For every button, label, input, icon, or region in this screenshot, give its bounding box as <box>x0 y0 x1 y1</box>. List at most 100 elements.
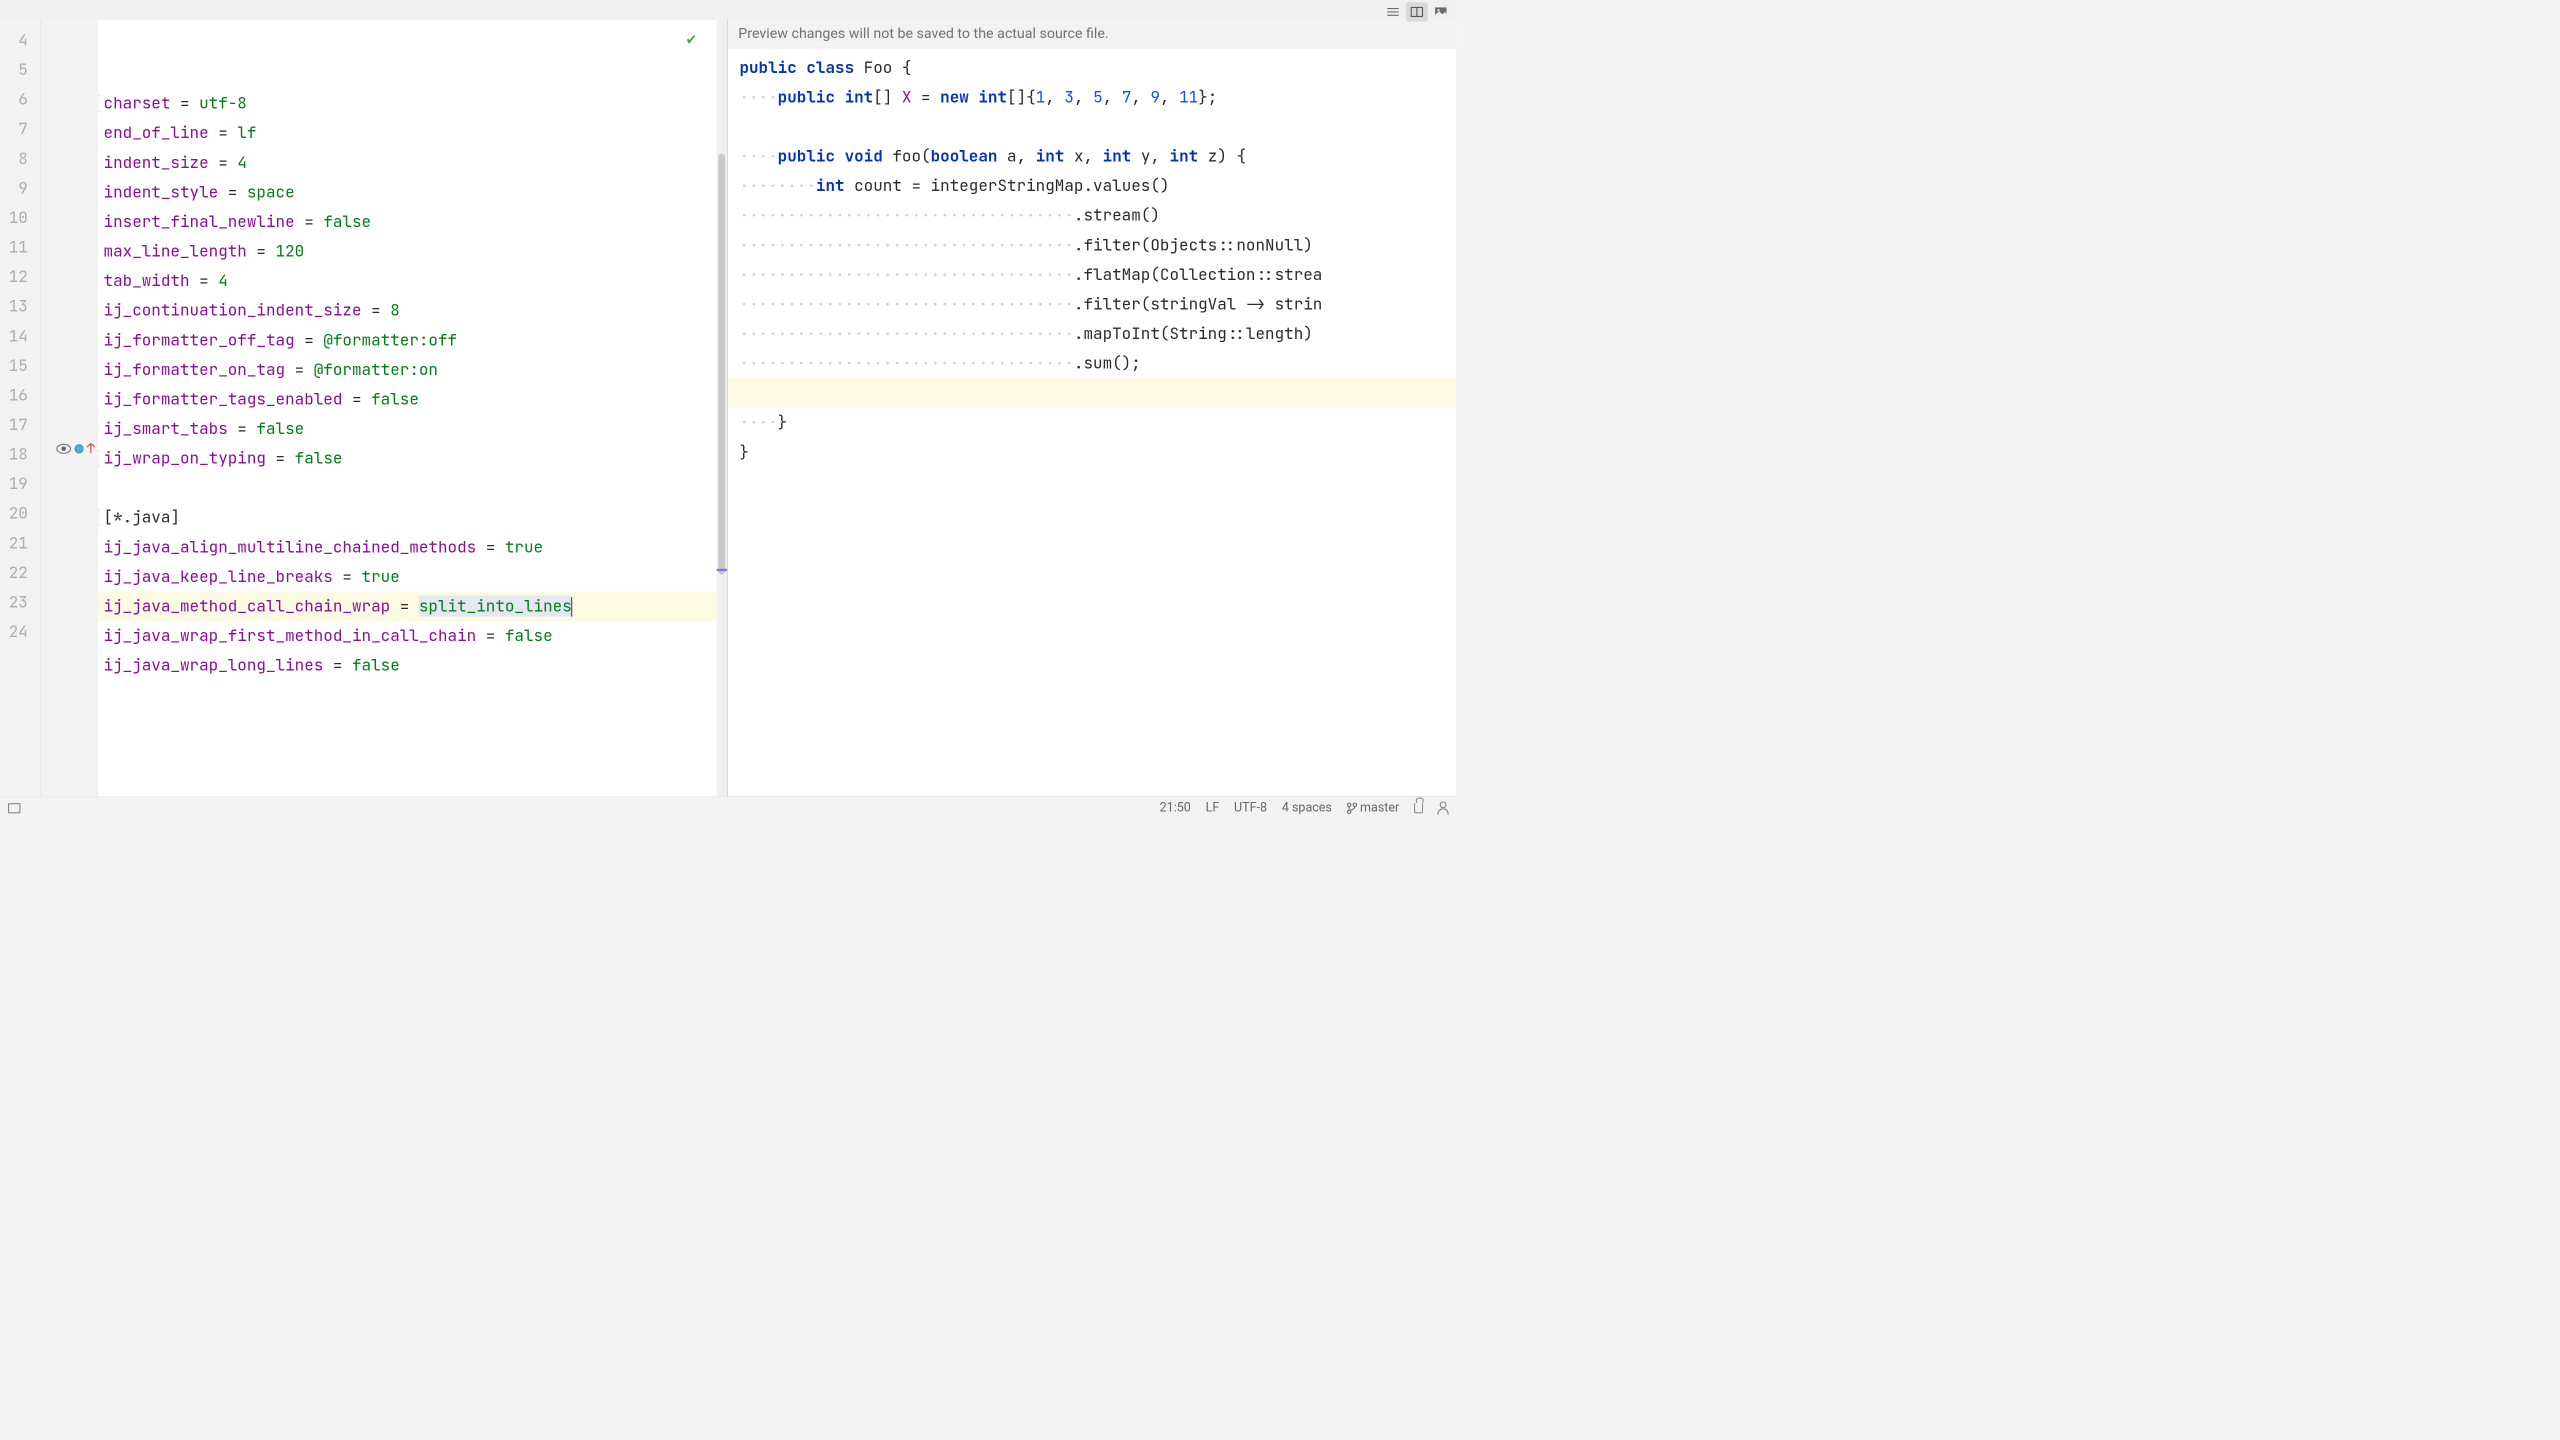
line-number: 22 <box>0 558 40 588</box>
preview-banner: Preview changes will not be saved to the… <box>728 20 1456 48</box>
code-line[interactable] <box>98 473 717 503</box>
code-line[interactable] <box>98 680 717 710</box>
scrollbar-thumb[interactable] <box>718 154 725 575</box>
code-line[interactable]: ij_smart_tabs = false <box>98 414 717 444</box>
view-compact-button[interactable] <box>1382 2 1404 21</box>
preview-line: ···································.flat… <box>728 260 1456 290</box>
tool-window-icon[interactable] <box>8 803 21 813</box>
line-number: 19 <box>0 469 40 499</box>
code-line[interactable]: charset = utf-8 <box>98 89 717 119</box>
code-line[interactable]: indent_style = space <box>98 177 717 207</box>
line-number: 21 <box>0 528 40 558</box>
line-number: 23 <box>0 588 40 618</box>
gutter-slot <box>41 404 97 434</box>
line-number: 12 <box>0 262 40 292</box>
preview-line: ········int count = integerStringMap.val… <box>728 171 1456 201</box>
gutter-slot <box>41 552 97 582</box>
cursor-position[interactable]: 21:50 <box>1160 801 1191 815</box>
code-line[interactable]: ij_formatter_on_tag = @formatter:on <box>98 355 717 385</box>
scrollbar-change-marker <box>717 569 727 571</box>
read-only-lock-icon[interactable] <box>1414 803 1423 813</box>
preview-line: ···································.stre… <box>728 201 1456 231</box>
line-number: 16 <box>0 381 40 411</box>
line-number: 6 <box>0 85 40 115</box>
status-left[interactable] <box>8 803 21 813</box>
view-split-button[interactable] <box>1406 2 1428 21</box>
preview-line: ····public int[] X = new int[]{1, 3, 5, … <box>728 82 1456 112</box>
arrow-up-icon: ↑ <box>87 434 95 464</box>
code-line[interactable]: ij_java_align_multiline_chained_methods … <box>98 532 717 562</box>
gutter-slot <box>41 138 97 168</box>
preview-line: ···································.filt… <box>728 290 1456 320</box>
code-line[interactable]: end_of_line = lf <box>98 118 717 148</box>
line-number: 9 <box>0 173 40 203</box>
preview-line <box>728 112 1456 142</box>
gutter-slot <box>41 611 97 641</box>
fold-marker[interactable] <box>98 450 100 466</box>
line-number: 8 <box>0 144 40 174</box>
eye-icon <box>56 444 71 454</box>
line-number: 17 <box>0 410 40 440</box>
code-line[interactable]: ij_java_method_call_chain_wrap = split_i… <box>98 592 717 622</box>
git-branch[interactable]: master <box>1347 801 1400 815</box>
code-line[interactable]: ij_continuation_indent_size = 8 <box>98 296 717 326</box>
code-line[interactable]: insert_final_newline = false <box>98 207 717 237</box>
code-line[interactable]: ij_java_wrap_long_lines = false <box>98 651 717 681</box>
editor-scrollbar[interactable] <box>717 20 727 796</box>
line-number: 18 <box>0 440 40 470</box>
preview-pane: Preview changes will not be saved to the… <box>728 20 1456 796</box>
line-number-gutter: 456789101112131415161718192021222324 <box>0 20 41 796</box>
gutter-slot <box>41 523 97 553</box>
view-image-button[interactable] <box>1430 2 1452 21</box>
view-mode-toolbar <box>1382 2 1451 21</box>
fold-marker[interactable] <box>98 510 100 526</box>
fold-marker[interactable] <box>98 96 100 112</box>
gutter-slot: ↑ <box>41 434 97 464</box>
code-line[interactable]: ij_wrap_on_typing = false <box>98 444 717 474</box>
code-line[interactable]: ij_java_wrap_first_method_in_call_chain … <box>98 621 717 651</box>
user-icon[interactable] <box>1438 802 1448 813</box>
gutter-slot <box>41 582 97 612</box>
gutter-slot <box>41 49 97 79</box>
gutter-slot <box>41 168 97 198</box>
preview-line: ····} <box>728 408 1456 438</box>
gutter-slot <box>41 197 97 227</box>
gutter-slot <box>41 79 97 109</box>
code-line[interactable]: ij_formatter_off_tag = @formatter:off <box>98 325 717 355</box>
code-editor[interactable]: ✔ charset = utf-8end_of_line = lfindent_… <box>98 20 717 796</box>
preview-line <box>728 378 1456 408</box>
top-window-border <box>0 0 1456 20</box>
line-separator[interactable]: LF <box>1206 801 1220 815</box>
gutter-slot <box>41 286 97 316</box>
line-number: 15 <box>0 351 40 381</box>
preview-line: ···································.filt… <box>728 230 1456 260</box>
line-number: 13 <box>0 292 40 322</box>
gutter-slot <box>41 375 97 405</box>
section-target-icon <box>74 444 83 453</box>
code-line[interactable]: [*.java] <box>98 503 717 533</box>
line-number: 7 <box>0 114 40 144</box>
menu-lines-icon <box>1387 7 1400 17</box>
code-line[interactable]: ij_formatter_tags_enabled = false <box>98 385 717 415</box>
gutter-slot <box>41 316 97 346</box>
indent-setting[interactable]: 4 spaces <box>1282 801 1332 815</box>
code-line[interactable]: indent_size = 4 <box>98 148 717 178</box>
status-bar: 21:50 LF UTF-8 4 spaces master <box>0 796 1456 819</box>
image-icon <box>1435 7 1448 17</box>
git-branch-icon <box>1347 803 1357 814</box>
gutter-slot <box>41 20 97 50</box>
editor-pane: 456789101112131415161718192021222324 ↑ ✔… <box>0 20 727 796</box>
preview-code: public class Foo {····public int[] X = n… <box>728 48 1456 796</box>
gutter-slot <box>41 227 97 257</box>
code-line[interactable]: max_line_length = 120 <box>98 237 717 267</box>
line-number: 24 <box>0 617 40 647</box>
code-line[interactable]: ij_java_keep_line_breaks = true <box>98 562 717 592</box>
code-line[interactable]: tab_width = 4 <box>98 266 717 296</box>
inspection-checkmark-icon[interactable]: ✔ <box>687 28 697 49</box>
gutter-slot <box>41 464 97 494</box>
gutter-slot <box>41 109 97 139</box>
preview-line: ····public void foo(boolean a, int x, in… <box>728 142 1456 172</box>
file-encoding[interactable]: UTF-8 <box>1234 801 1267 815</box>
preview-line: ···································.sum(… <box>728 349 1456 379</box>
preview-line: } <box>728 437 1456 467</box>
